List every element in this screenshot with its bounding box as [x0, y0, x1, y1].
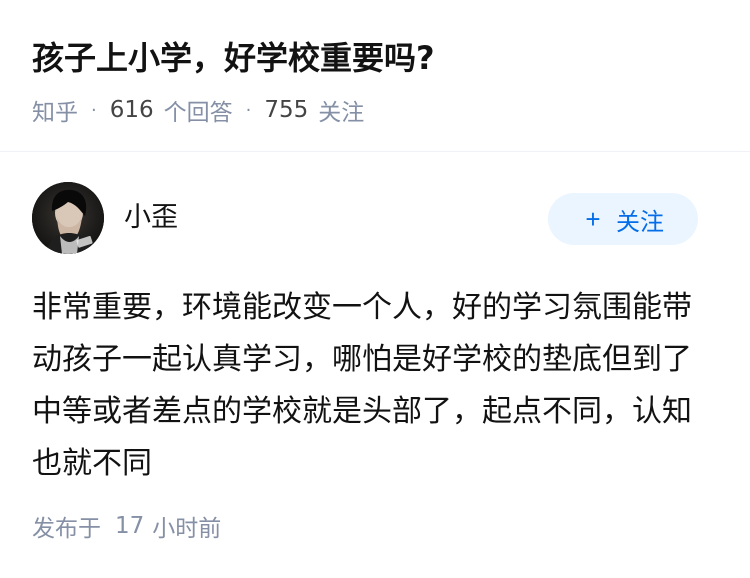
answer-count: 616: [109, 97, 154, 123]
follow-button-label: 关注: [616, 208, 664, 236]
published-label: 发布于: [32, 516, 101, 542]
answer-footer: 发布于 17 小时前: [32, 509, 221, 543]
follower-count: 755: [264, 97, 309, 123]
question-header: 孩子上小学，好学校重要吗? 知乎 · 616 个回答 · 755 关注: [0, 0, 750, 152]
answer-count-label[interactable]: 个回答: [164, 93, 233, 127]
answer-author-row: 小歪 + 关注: [0, 182, 750, 258]
answer-content: 非常重要，环境能改变一个人，好的学习氛围能带动孩子一起认真学习，哪怕是好学校的垫…: [32, 290, 692, 481]
author-name[interactable]: 小歪: [124, 200, 178, 236]
published-time-unit: 小时前: [152, 516, 222, 542]
meta-separator: ·: [91, 99, 97, 121]
published-time-value: 17: [115, 513, 145, 539]
source-label: 知乎: [32, 100, 78, 126]
user-avatar-photo: [32, 182, 104, 254]
plus-icon: +: [585, 204, 601, 234]
follow-button[interactable]: + 关注: [548, 193, 698, 245]
avatar[interactable]: [32, 182, 104, 254]
meta-separator: ·: [245, 99, 252, 121]
follower-count-label: 关注: [318, 100, 365, 126]
question-title[interactable]: 孩子上小学，好学校重要吗?: [32, 34, 435, 82]
zhihu-answer-page: 孩子上小学，好学校重要吗? 知乎 · 616 个回答 · 755 关注 小歪 +…: [0, 0, 750, 578]
question-meta: 知乎 · 616 个回答 · 755 关注: [32, 92, 364, 128]
